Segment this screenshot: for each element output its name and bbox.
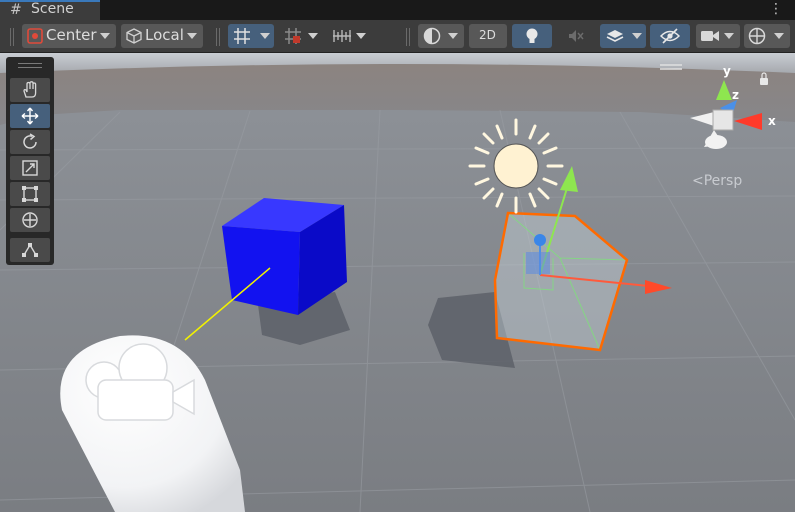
local-cube-icon	[126, 28, 142, 44]
projection-label: Persp	[703, 173, 743, 189]
snap-grid-icon	[285, 28, 301, 44]
transform-tool-button[interactable]	[10, 208, 50, 232]
scene-viewport[interactable]	[0, 53, 795, 512]
pivot-rotation-dropdown[interactable]: Local	[121, 24, 203, 48]
eye-slash-icon	[660, 28, 680, 44]
scene-hash-icon: #	[10, 2, 22, 18]
z-axis-handle[interactable]	[534, 234, 546, 246]
hidden-objects-toggle[interactable]	[650, 24, 690, 48]
toolbar-grip[interactable]	[216, 28, 220, 46]
toolbar-grip[interactable]	[10, 28, 14, 46]
gizmos-dropdown[interactable]	[744, 24, 790, 48]
lightbulb-icon	[526, 28, 538, 43]
mode-2d-label: 2D	[479, 28, 496, 42]
shaded-sphere-icon	[423, 27, 441, 45]
projection-toggle[interactable]: <Persp	[692, 173, 742, 189]
shading-mode-dropdown[interactable]	[418, 24, 464, 48]
chevron-down-icon	[632, 33, 642, 39]
chevron-down-icon	[356, 33, 366, 39]
tab-scene[interactable]: # Scene	[0, 0, 100, 20]
tab-scene-label: Scene	[31, 1, 74, 17]
hand-tool-button[interactable]	[10, 78, 50, 102]
effects-dropdown[interactable]	[600, 24, 646, 48]
gizmo-globe-icon	[748, 27, 766, 45]
scene-camera-dropdown[interactable]	[696, 24, 740, 48]
audio-muted-icon	[569, 30, 584, 42]
rotate-icon	[23, 133, 37, 149]
increment-snap-button[interactable]	[328, 24, 372, 48]
chevron-down-icon	[308, 33, 318, 39]
transform-icon	[22, 212, 38, 228]
rect-transform-icon	[22, 186, 38, 202]
scene-toolbar: Center Local 2D	[0, 20, 795, 53]
grid-snapping-button[interactable]	[280, 24, 322, 48]
ruler-icon	[333, 30, 351, 42]
pivot-rotation-label: Local	[145, 26, 184, 44]
scene-lighting-button[interactable]	[512, 24, 552, 48]
audio-toggle-button[interactable]	[558, 24, 594, 48]
move-tool-button[interactable]	[10, 104, 50, 128]
chevron-down-icon	[260, 33, 270, 39]
layers-effects-icon	[606, 30, 624, 42]
grid-visibility-button[interactable]	[228, 24, 274, 48]
pivot-center-icon	[27, 28, 43, 44]
custom-tool-button[interactable]	[10, 238, 50, 262]
chevron-down-icon	[100, 33, 110, 39]
directional-light-sun-icon[interactable]	[468, 118, 564, 214]
x-axis-label: x	[768, 114, 776, 128]
mode-2d-button[interactable]: 2D	[469, 24, 507, 48]
tab-bar: # Scene ⋮	[0, 0, 795, 20]
pivot-mode-label: Center	[46, 26, 97, 44]
chevron-down-icon	[724, 33, 734, 39]
hand-icon	[23, 81, 37, 98]
z-axis-label: z	[732, 88, 739, 102]
grid-icon	[234, 28, 250, 44]
toolbar-grip[interactable]	[406, 28, 410, 46]
chevron-down-icon	[448, 33, 458, 39]
move-arrows-icon	[21, 107, 39, 125]
chevron-down-icon	[774, 33, 784, 39]
scale-icon	[22, 160, 38, 176]
rotate-tool-button[interactable]	[10, 130, 50, 154]
chevron-down-icon	[187, 33, 197, 39]
more-options-icon[interactable]: ⋮	[769, 1, 783, 17]
rect-tool-button[interactable]	[10, 182, 50, 206]
video-camera-icon	[701, 31, 719, 41]
tools-overlay-panel	[6, 57, 54, 265]
scale-tool-button[interactable]	[10, 156, 50, 180]
custom-editor-tool-icon	[22, 243, 38, 257]
y-axis-label: y	[723, 64, 731, 78]
lock-icon[interactable]	[760, 78, 768, 85]
pivot-mode-dropdown[interactable]: Center	[22, 24, 116, 48]
chevron-left-icon: <	[692, 173, 704, 189]
panel-grip[interactable]	[18, 63, 42, 68]
